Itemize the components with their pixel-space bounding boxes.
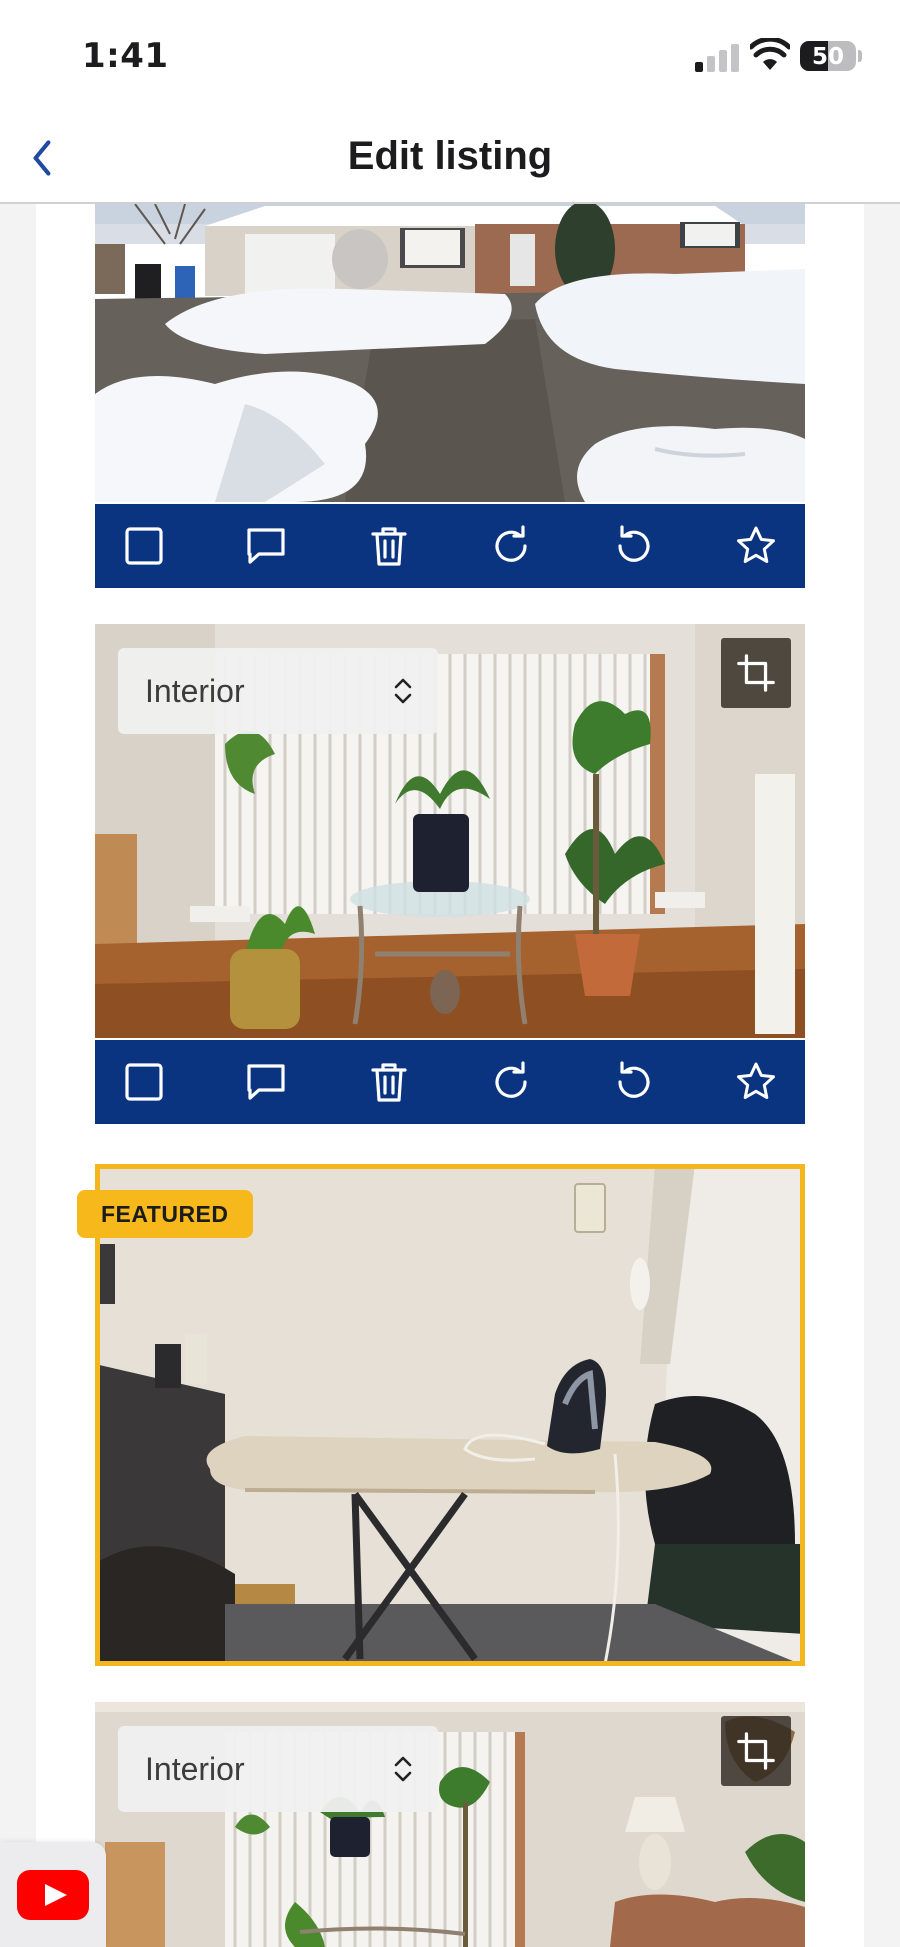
status-time: 1:41 [82, 36, 169, 76]
nav-bar: Edit listing [0, 112, 900, 204]
youtube-pip-button[interactable] [0, 1842, 106, 1947]
photo-card-featured [95, 1164, 805, 1666]
select-chevrons-icon [394, 678, 412, 704]
delete-button[interactable] [366, 1059, 412, 1105]
category-select-value: Interior [145, 672, 245, 709]
rotate-left-button[interactable] [611, 523, 657, 569]
photo-card: Interior [95, 624, 805, 1124]
photo-exterior[interactable] [95, 204, 805, 502]
rotate-clockwise-icon [495, 1061, 527, 1098]
crop-icon [737, 654, 775, 692]
battery-percent: 50 [811, 44, 844, 70]
photo-toolbar [95, 504, 805, 588]
trash-icon [371, 527, 407, 566]
rotate-right-button[interactable] [488, 523, 534, 569]
select-checkbox[interactable] [121, 1059, 167, 1105]
photo-list[interactable]: Interior FEATURED Interior [0, 204, 900, 1947]
comment-button[interactable] [243, 1059, 289, 1105]
rotate-left-button[interactable] [611, 1059, 657, 1105]
category-select[interactable]: Interior [118, 648, 438, 734]
comment-button[interactable] [243, 523, 289, 569]
crop-button[interactable] [721, 638, 791, 708]
trash-icon [371, 1063, 407, 1102]
page-title: Edit listing [347, 134, 553, 178]
select-checkbox[interactable] [121, 523, 167, 569]
select-chevrons-icon [394, 1756, 412, 1782]
wifi-icon [748, 36, 792, 72]
comment-icon [247, 528, 285, 564]
rotate-clockwise-icon [495, 525, 527, 562]
photo-interior-plants[interactable]: Interior [95, 624, 805, 1038]
star-icon [736, 526, 775, 563]
crop-icon [737, 1732, 775, 1770]
feature-star-button[interactable] [733, 523, 779, 569]
feature-star-button[interactable] [733, 1059, 779, 1105]
photo-card [95, 204, 805, 588]
checkbox-icon [125, 527, 163, 565]
star-icon [736, 1062, 775, 1099]
rotate-counterclockwise-icon [617, 525, 650, 562]
cellular-signal-icon [695, 42, 739, 72]
category-select[interactable]: Interior [118, 1726, 438, 1812]
battery-nub [858, 50, 862, 62]
featured-badge: FEATURED [77, 1190, 253, 1238]
photo-toolbar [95, 1040, 805, 1124]
photo-interior-living-room[interactable]: Interior [95, 1702, 805, 1947]
youtube-icon [17, 1869, 89, 1920]
delete-button[interactable] [366, 523, 412, 569]
comment-icon [247, 1064, 285, 1100]
crop-button[interactable] [721, 1716, 791, 1786]
checkbox-icon [125, 1063, 163, 1101]
status-bar: 1:41 50 [0, 0, 900, 112]
rotate-right-button[interactable] [488, 1059, 534, 1105]
photo-ironing-board[interactable] [95, 1164, 805, 1666]
rotate-counterclockwise-icon [617, 1061, 650, 1098]
photo-card: Interior [95, 1702, 805, 1947]
battery-icon: 50 [800, 41, 856, 71]
category-select-value: Interior [145, 1750, 245, 1787]
